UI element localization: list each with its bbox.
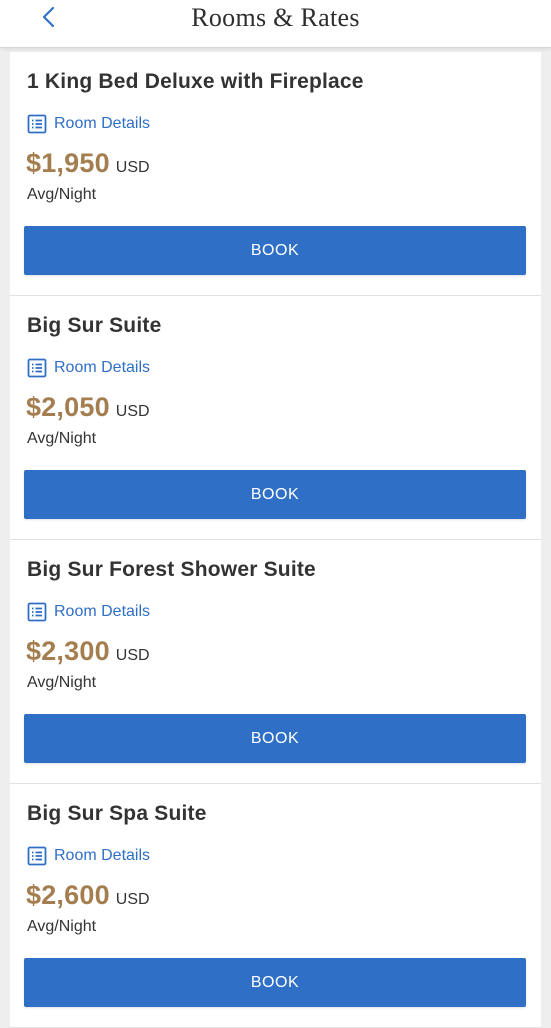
room-name: Big Sur Forest Shower Suite xyxy=(27,558,316,581)
room-name: 1 King Bed Deluxe with Fireplace xyxy=(27,70,364,93)
room-card: 1 King Bed Deluxe with Fireplace Room De… xyxy=(10,52,541,296)
room-price: $1,950 USD xyxy=(26,148,150,179)
room-price: $2,050 USD xyxy=(26,392,150,423)
per-night-label: Avg/Night xyxy=(27,430,97,447)
per-night-label: Avg/Night xyxy=(27,918,97,935)
room-details-link[interactable]: Room Details xyxy=(27,114,150,134)
book-button[interactable]: BOOK xyxy=(24,470,526,519)
price-amount: $2,300 xyxy=(26,636,110,666)
room-details-link[interactable]: Room Details xyxy=(27,602,150,622)
room-card: Big Sur Spa Suite Room Details $2,600 US… xyxy=(10,784,541,1028)
room-card: Big Sur Suite Room Details $2,050 USD Av… xyxy=(10,296,541,540)
per-night-label: Avg/Night xyxy=(27,674,97,691)
book-button[interactable]: BOOK xyxy=(24,958,526,1007)
page-title: Rooms & Rates xyxy=(191,3,360,32)
room-details-label: Room Details xyxy=(54,603,151,620)
room-details-label: Room Details xyxy=(54,115,151,132)
list-details-icon xyxy=(27,358,47,378)
room-name: Big Sur Spa Suite xyxy=(27,802,207,825)
price-currency: USD xyxy=(115,403,150,420)
price-amount: $1,950 xyxy=(26,148,110,178)
book-button[interactable]: BOOK xyxy=(24,226,526,275)
book-button[interactable]: BOOK xyxy=(24,714,526,763)
price-amount: $2,600 xyxy=(26,880,110,910)
room-details-label: Room Details xyxy=(54,847,151,864)
list-details-icon xyxy=(27,602,47,622)
rooms-list: 1 King Bed Deluxe with Fireplace Room De… xyxy=(10,52,541,1028)
room-name: Big Sur Suite xyxy=(27,314,162,337)
room-details-link[interactable]: Room Details xyxy=(27,358,150,378)
price-currency: USD xyxy=(115,647,150,664)
room-details-link[interactable]: Room Details xyxy=(27,846,150,866)
list-details-icon xyxy=(27,846,47,866)
room-details-label: Room Details xyxy=(54,359,151,376)
app-header: Rooms & Rates xyxy=(0,0,551,48)
list-details-icon xyxy=(27,114,47,134)
room-price: $2,600 USD xyxy=(26,880,150,911)
room-price: $2,300 USD xyxy=(26,636,150,667)
room-card: Big Sur Forest Shower Suite Room Details… xyxy=(10,540,541,784)
per-night-label: Avg/Night xyxy=(27,186,97,203)
price-currency: USD xyxy=(115,891,150,908)
price-amount: $2,050 xyxy=(26,392,110,422)
price-currency: USD xyxy=(115,159,150,176)
